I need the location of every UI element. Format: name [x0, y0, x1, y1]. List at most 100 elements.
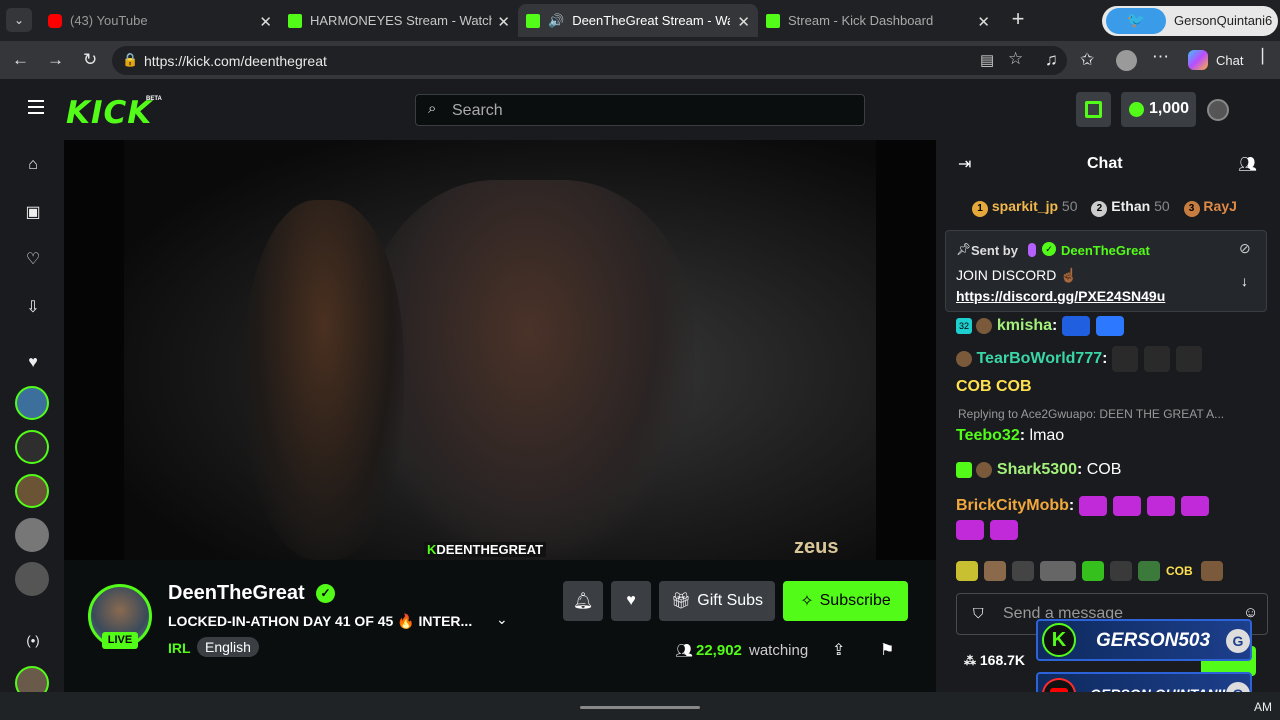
reload-icon[interactable]: ↻	[83, 50, 97, 70]
tab-youtube[interactable]: (43) YouTube ✕	[40, 4, 280, 37]
following-icon[interactable]: ♡	[22, 249, 44, 271]
user-badge-icon	[976, 318, 993, 334]
kick-favicon-icon	[288, 13, 302, 28]
pin-icon: 📌︎	[956, 242, 972, 256]
stream-title: LOCKED-IN-ATHON DAY 41 OF 45 🔥 INTER...	[168, 613, 473, 629]
sidebar-toggle-icon[interactable]: ▏	[1262, 48, 1273, 65]
new-tab-button[interactable]: +	[1006, 8, 1030, 32]
close-tab-icon[interactable]: ✕	[737, 13, 750, 31]
gift-leaderboard: 1 sparkit_jp 50 2 Ethan 50 3 RayJ	[972, 198, 1237, 217]
cob-emote[interactable]: COB	[1166, 564, 1193, 578]
clips-icon[interactable]: ⇩	[22, 297, 44, 319]
copilot-chat-button[interactable]: Chat	[1184, 47, 1254, 73]
taskbar-handle[interactable]	[580, 706, 700, 709]
audio-playing-icon[interactable]: 🔊	[548, 13, 564, 29]
kick-sidebar: ⌂ ▣ ♡ ⇩ ♥ (•)	[0, 140, 64, 720]
points-icon: ⁂	[964, 654, 976, 668]
os-taskbar: AM	[0, 692, 1280, 720]
tab-harmoneyes[interactable]: HARMONEYES Stream - Watch Live ✕	[280, 4, 518, 37]
favorite-star-icon[interactable]: ☆	[1008, 49, 1023, 69]
notifications-button[interactable]: 🔔︎	[563, 581, 603, 621]
followed-channel-avatar[interactable]	[15, 430, 49, 464]
w-emote	[1143, 345, 1170, 372]
hide-pin-icon[interactable]: ⊘	[1239, 240, 1251, 257]
category-link[interactable]: IRL	[168, 640, 191, 656]
companion-figure	[244, 200, 404, 560]
w-emote[interactable]	[1082, 561, 1104, 581]
live-signal-icon: (•)	[26, 633, 40, 648]
emote[interactable]	[956, 561, 978, 581]
mod-badge-icon	[1028, 243, 1036, 257]
ya-diggo-emote	[1112, 496, 1141, 516]
url-field[interactable]: 🔒 https://kick.com/deenthegreat ▤ ☆	[112, 46, 1067, 75]
tab-kick-dashboard[interactable]: Stream - Kick Dashboard ✕	[758, 4, 998, 37]
recommended-channel-avatar[interactable]	[15, 518, 49, 552]
home-icon[interactable]: ⌂	[22, 154, 44, 176]
reply-preview[interactable]: Replying to Ace2Gwuapo: DEEN THE GREAT A…	[958, 407, 1258, 421]
reader-mode-icon[interactable]: ▤	[980, 51, 994, 69]
collapse-chat-icon[interactable]: ⇥	[958, 154, 971, 174]
site-info-icon[interactable]: 🔒	[122, 52, 138, 68]
profile-pill[interactable]: 🐦 GersonQuintani6	[1102, 6, 1278, 36]
profile-avatar-icon[interactable]	[1116, 50, 1137, 71]
browser-address-bar: ← → ↻ 🔒 https://kick.com/deenthegreat ▤ …	[0, 41, 1280, 79]
expand-pin-icon[interactable]: ↓	[1241, 273, 1248, 289]
recommended-channel-avatar[interactable]	[15, 562, 49, 596]
search-input[interactable]: ⌕ Search	[415, 94, 865, 126]
emote[interactable]	[1200, 561, 1223, 581]
kick-handle-overlay: K GERSON503 G	[1036, 619, 1252, 661]
followed-channel-avatar[interactable]	[15, 474, 49, 508]
bell-icon: 🔔︎	[572, 593, 594, 610]
beta-label: BETA	[146, 96, 162, 102]
emote[interactable]	[1110, 561, 1132, 581]
followed-channel-avatar[interactable]	[15, 386, 49, 420]
sub-badge: 32	[956, 318, 972, 334]
gift-subs-button[interactable]: 🎁︎ Gift Subs	[659, 581, 775, 621]
rank-3-badge: 3	[1183, 201, 1200, 217]
shield-icon[interactable]: ⛉	[973, 605, 984, 622]
expand-title-icon[interactable]: ⌄	[496, 611, 508, 628]
clock[interactable]: AM	[1254, 700, 1272, 714]
close-tab-icon[interactable]: ✕	[497, 13, 510, 31]
user-avatar-icon[interactable]	[1207, 99, 1229, 121]
hamburger-menu-icon[interactable]	[28, 100, 44, 114]
tab-deenthegreat[interactable]: 🔊 DeenTheGreat Stream - Watch ✕	[518, 4, 758, 37]
close-tab-icon[interactable]: ✕	[977, 13, 990, 31]
kick-favicon-icon	[526, 13, 540, 28]
emote[interactable]	[1138, 561, 1160, 581]
video-player[interactable]: KDEENTHEGREAT zeus	[64, 140, 936, 560]
kick-header: KICK BETA ⌕ Search 1,000	[0, 79, 1280, 140]
emote	[1061, 316, 1090, 336]
emote[interactable]	[1040, 561, 1076, 581]
emote[interactable]	[984, 561, 1006, 581]
points-button[interactable]: 1,000	[1121, 92, 1196, 127]
chat-title: Chat	[1087, 155, 1123, 172]
language-tag[interactable]: English	[197, 637, 259, 657]
follow-button[interactable]: ♥	[611, 581, 651, 621]
forward-icon[interactable]: →	[47, 50, 64, 70]
tab-list-dropdown[interactable]: ⌄	[6, 8, 32, 32]
share-icon[interactable]: ⇪	[832, 640, 845, 660]
browse-icon[interactable]: ▣	[22, 202, 44, 224]
streamer-figure	[364, 180, 694, 560]
favorites-icon[interactable]: ✩	[1080, 50, 1094, 70]
kick-logo[interactable]: KICK	[66, 95, 152, 131]
rank-2-badge: 2	[1091, 201, 1108, 217]
chat-message: 32 kmisha:	[956, 316, 1130, 336]
more-menu-icon[interactable]: ⋯	[1152, 47, 1169, 67]
channel-name[interactable]: DeenTheGreat	[168, 582, 305, 605]
chat-message: Teebo32: lmao	[956, 427, 1065, 444]
user-badge-icon	[976, 461, 993, 478]
extensions-icon[interactable]: ♫	[1045, 50, 1058, 70]
report-icon[interactable]: ⚑	[880, 640, 894, 660]
followers-count: ⁂ 168.7K	[964, 652, 1026, 668]
emote[interactable]	[1012, 561, 1034, 581]
discord-link[interactable]: https://discord.gg/PXE24SN49u	[956, 288, 1165, 304]
close-tab-icon[interactable]: ✕	[259, 13, 272, 31]
stream-watermark: KDEENTHEGREAT	[424, 542, 547, 557]
back-icon[interactable]: ←	[12, 50, 29, 70]
subscribe-button[interactable]: ✧ Subscribe	[783, 581, 908, 621]
dashboard-button[interactable]	[1076, 92, 1111, 127]
sponsor-logo: zeus	[794, 536, 839, 558]
chat-users-icon[interactable]: 👥︎	[1238, 155, 1257, 173]
